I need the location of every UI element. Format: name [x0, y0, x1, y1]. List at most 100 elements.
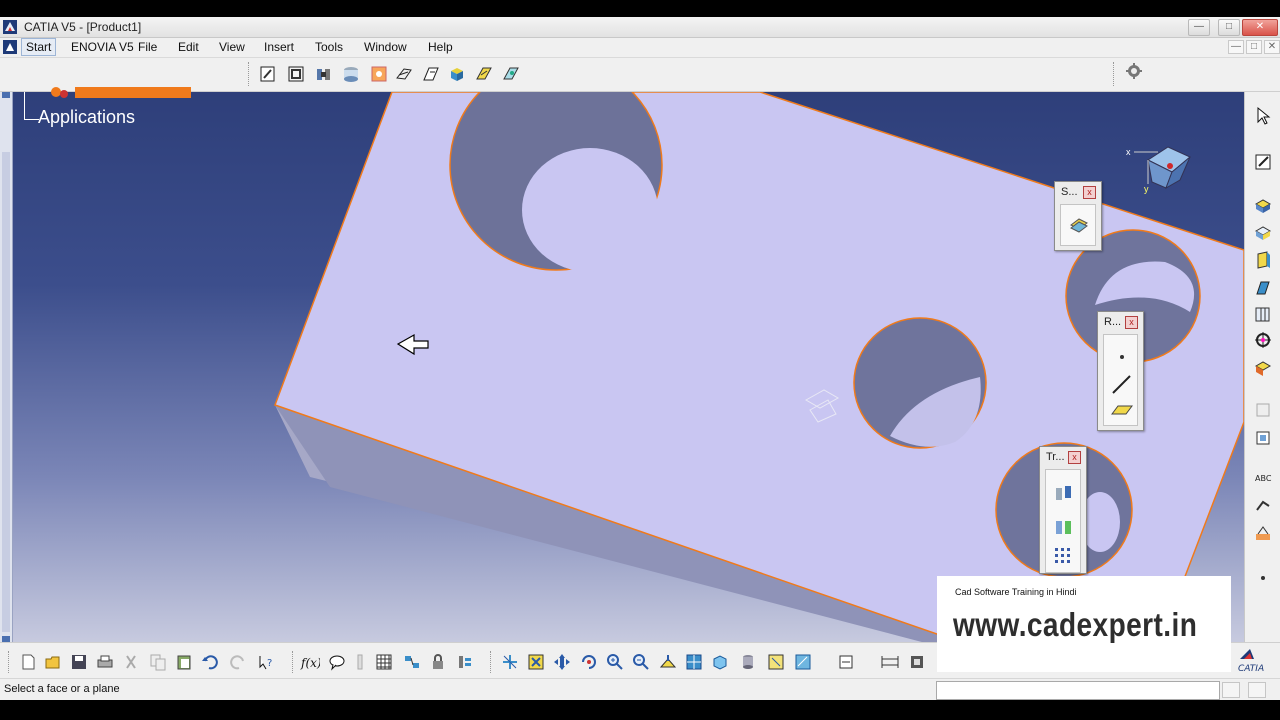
- save-icon[interactable]: [69, 652, 89, 672]
- sketch-icon[interactable]: [1253, 152, 1273, 172]
- fly-mode-icon[interactable]: [500, 652, 520, 672]
- generative-shape-icon[interactable]: [369, 64, 389, 84]
- normal-view-icon[interactable]: [658, 652, 678, 672]
- doc-restore-button[interactable]: □: [1246, 40, 1262, 54]
- doc-minimize-button[interactable]: —: [1228, 40, 1244, 54]
- part-design-icon[interactable]: [341, 64, 361, 84]
- status-button-1[interactable]: [1222, 682, 1240, 698]
- sketcher-icon[interactable]: [258, 64, 278, 84]
- sketch-positioned-icon[interactable]: [286, 64, 306, 84]
- mirror-icon[interactable]: [1053, 516, 1075, 538]
- text-icon[interactable]: ABC: [1253, 468, 1273, 488]
- bottom-toolbar-grip-2[interactable]: [292, 651, 295, 673]
- zoom-in-icon[interactable]: [605, 652, 625, 672]
- tree-applications-node[interactable]: Applications: [38, 107, 135, 128]
- transformation-panel-close-button[interactable]: x: [1068, 451, 1081, 464]
- tree-scrollbar[interactable]: [0, 92, 13, 642]
- doc-close-button[interactable]: ✕: [1264, 40, 1280, 54]
- copy-icon[interactable]: [148, 652, 168, 672]
- sketch-tool-icon[interactable]: [1069, 215, 1089, 233]
- menu-help[interactable]: Help: [428, 40, 453, 54]
- pan-icon[interactable]: [552, 652, 572, 672]
- tree-highlight-node[interactable]: [75, 87, 191, 98]
- cut-icon[interactable]: [121, 652, 141, 672]
- open-icon[interactable]: [43, 652, 63, 672]
- annotation-icon[interactable]: [1253, 524, 1273, 544]
- scroll-thumb[interactable]: [2, 152, 10, 632]
- hide-show-icon[interactable]: [738, 652, 758, 672]
- pocket-icon[interactable]: [1253, 223, 1273, 243]
- groove-icon[interactable]: [1253, 278, 1273, 298]
- comment-icon[interactable]: [327, 652, 347, 672]
- knowledge-icon[interactable]: [501, 64, 521, 84]
- drafting-icon[interactable]: [1253, 496, 1273, 516]
- kinematics-icon[interactable]: [474, 64, 494, 84]
- bottom-toolbar-grip[interactable]: [8, 651, 11, 673]
- assembly-design-icon[interactable]: [314, 64, 334, 84]
- sketch-panel[interactable]: S... x: [1054, 181, 1102, 251]
- inertia-icon[interactable]: [907, 652, 927, 672]
- undo-icon[interactable]: [200, 652, 220, 672]
- maximize-button[interactable]: □: [1218, 19, 1240, 36]
- measure-icon[interactable]: [350, 652, 370, 672]
- stiffener-icon[interactable]: [1253, 400, 1273, 420]
- menu-insert[interactable]: Insert: [264, 40, 294, 54]
- print-icon[interactable]: [95, 652, 115, 672]
- sketch-panel-close-button[interactable]: x: [1083, 186, 1096, 199]
- plane-tool-icon[interactable]: [1253, 428, 1273, 448]
- catalog-icon[interactable]: [402, 652, 422, 672]
- measure-item-icon[interactable]: [836, 652, 856, 672]
- pattern-icon[interactable]: [1053, 546, 1075, 566]
- shaft-icon[interactable]: [1253, 250, 1273, 270]
- line-icon[interactable]: [1110, 373, 1134, 397]
- menu-edit[interactable]: Edit: [178, 40, 199, 54]
- paste-icon[interactable]: [174, 652, 194, 672]
- lock-icon[interactable]: [428, 652, 448, 672]
- command-input[interactable]: [936, 681, 1220, 700]
- formula-icon[interactable]: f(x): [300, 652, 320, 672]
- whats-this-icon[interactable]: ?: [256, 652, 276, 672]
- plane-icon[interactable]: [1110, 403, 1134, 417]
- product-icon[interactable]: [447, 64, 467, 84]
- measure-between-icon[interactable]: [793, 652, 813, 672]
- toolbar-grip-right[interactable]: [1113, 62, 1116, 86]
- slot-icon[interactable]: [1253, 358, 1273, 378]
- parameters-icon[interactable]: [455, 652, 475, 672]
- compass-icon[interactable]: [1128, 142, 1194, 192]
- menu-enovia[interactable]: ENOVIA V5: [71, 40, 134, 54]
- reference-panel-close-button[interactable]: x: [1125, 316, 1138, 329]
- view-mode-icon[interactable]: [710, 652, 730, 672]
- freestyle-icon[interactable]: [421, 64, 441, 84]
- transformation-panel[interactable]: Tr... x: [1039, 446, 1087, 574]
- gear-icon[interactable]: [1124, 61, 1144, 81]
- pad-icon[interactable]: [1253, 196, 1273, 216]
- more-icon[interactable]: [1253, 568, 1273, 588]
- ruler-icon[interactable]: [880, 652, 900, 672]
- hole-icon[interactable]: [1253, 304, 1273, 324]
- menu-view[interactable]: View: [219, 40, 245, 54]
- bottom-toolbar-grip-3[interactable]: [490, 651, 493, 673]
- rib-icon[interactable]: [1253, 330, 1273, 350]
- new-icon[interactable]: [18, 652, 38, 672]
- scroll-up-arrow[interactable]: [2, 92, 10, 98]
- menu-file[interactable]: File: [138, 40, 157, 54]
- table-icon[interactable]: [374, 652, 394, 672]
- select-icon[interactable]: [1253, 106, 1273, 126]
- minimize-button[interactable]: —: [1188, 19, 1210, 36]
- rotate-icon[interactable]: [579, 652, 599, 672]
- wireframe-icon[interactable]: [394, 64, 414, 84]
- quick-view-icon[interactable]: [684, 652, 704, 672]
- close-button[interactable]: ✕: [1242, 19, 1278, 36]
- translation-icon[interactable]: [1053, 482, 1075, 504]
- menu-start[interactable]: Start: [21, 38, 57, 56]
- redo-icon[interactable]: [228, 652, 248, 672]
- zoom-out-icon[interactable]: [631, 652, 651, 672]
- point-icon[interactable]: [1116, 351, 1128, 363]
- swap-visible-icon[interactable]: [766, 652, 786, 672]
- reference-panel[interactable]: R... x: [1097, 311, 1144, 431]
- toolbar-grip[interactable]: [248, 62, 251, 86]
- menu-window[interactable]: Window: [364, 40, 407, 54]
- menu-tools[interactable]: Tools: [315, 40, 343, 54]
- fit-all-icon[interactable]: [526, 652, 546, 672]
- status-button-2[interactable]: [1248, 682, 1266, 698]
